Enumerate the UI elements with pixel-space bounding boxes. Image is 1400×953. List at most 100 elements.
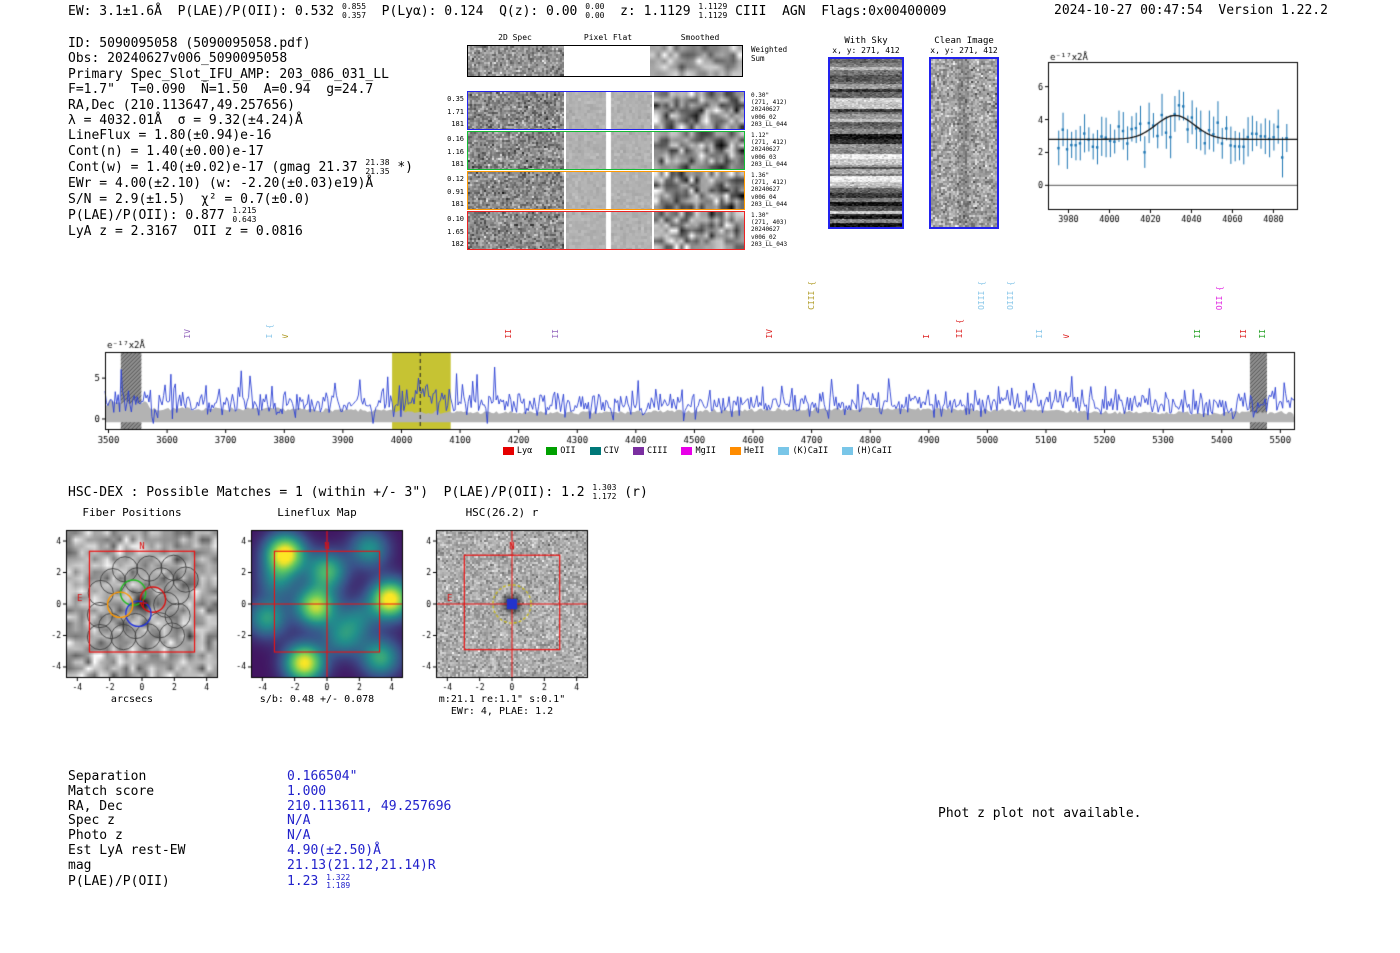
match-table-row: mag 21.13(21.12,21.14)R — [68, 857, 451, 874]
withsky-image — [828, 57, 904, 229]
text-segment: λ = 4032.01Å σ = 9.32(±4.24)Å — [68, 113, 303, 129]
hsc-xlabel-2: EWr: 4, PLAE: 1.2 — [450, 706, 554, 717]
info-line: LineFlux = 1.80(±0.94)e-16 — [68, 128, 413, 143]
meta-line: 203_LL_044 — [751, 160, 788, 168]
text-segment: S/N = 2.9(±1.5) χ² = 0.7(±0.0) — [68, 191, 311, 207]
text-segment: P(LAE)/P(OII): 0.877 — [68, 208, 233, 224]
hi-lo-range: 1.303 1.172 — [592, 483, 616, 501]
meta-line: v006_03 — [751, 153, 777, 161]
hi-lo-range: 21.38 21.35 — [365, 159, 389, 176]
lineflux-map-cutout — [225, 524, 409, 694]
spec2d-row-meta: 1.30" (271, 403) 20240627 v006_02 203_LL_043 — [751, 212, 787, 248]
lo-value: 1.189 — [326, 881, 351, 891]
meta-line: (271, 412) — [751, 99, 788, 107]
meta-line: v006_04 — [751, 193, 777, 201]
clean-title: Clean Image — [934, 36, 994, 46]
info-line: RA,Dec (210.113647,49.257656) — [68, 98, 413, 113]
spec2d-row-stats: 0.35 1.71 181 — [443, 93, 464, 131]
stat-value: 0.12 — [447, 175, 464, 183]
hi-lo-range: 0.00 0.00 — [585, 2, 604, 20]
meta-line: 20240627 — [751, 226, 780, 234]
fiber-positions-title: Fiber Positions — [82, 506, 182, 519]
hi-lo-range: 1.322 1.189 — [326, 873, 351, 891]
legend-label: Lyα — [516, 446, 533, 456]
info-line: Cont(n) = 1.40(±0.00)e-17 — [68, 144, 413, 159]
col-title-2dspec: 2D Spec — [498, 33, 532, 42]
match-table-row: Match score 1.000 — [68, 783, 451, 800]
pixel-flat-image — [566, 92, 652, 129]
match-field-label: mag — [68, 857, 92, 873]
spec2d-row-stats: 0.16 1.16 181 — [443, 133, 464, 171]
match-field-value: N/A — [287, 828, 311, 844]
spec2d-panel: 2D Spec Pixel Flat Smoothed Weighted Sum… — [443, 33, 795, 263]
match-field-value: 1.23 — [287, 873, 327, 889]
col-title-smoothed: Smoothed — [680, 33, 720, 42]
match-table-row: Spec z N/A — [68, 814, 451, 829]
detection-info-block: ID: 5090095058 (5090095058.pdf) Obs: 2024… — [68, 36, 413, 239]
weighted-sum-gap — [564, 46, 650, 76]
clean-image — [929, 57, 999, 229]
text-segment: CIII AGN Flags:0x00400009 — [727, 4, 947, 19]
emission-line-label: OIII { — [1006, 281, 1015, 310]
match-table: Separation 0.166504" Match score 1.000 RA, D… — [68, 769, 451, 891]
hsc-xlabel-1: m:21.1 re:1.1" s:0.1" — [438, 694, 566, 705]
emission-line-label: OII { — [1214, 285, 1224, 310]
text-segment: HSC-DEX : Possible Matches = 1 (within +… — [68, 485, 593, 500]
legend-item: OII — [546, 446, 576, 456]
legend-swatch — [589, 447, 601, 455]
withsky-title: With Sky — [844, 36, 888, 46]
weighted-sum-smoothed-image — [650, 46, 742, 76]
legend-swatch — [842, 447, 854, 455]
legend-label: MgII — [695, 446, 716, 456]
meta-line: 203_LL_044 — [751, 200, 788, 208]
stat-value: 181 — [451, 160, 464, 168]
withsky-coords: x, y: 271, 412 — [832, 46, 900, 55]
match-field-label: RA, Dec — [68, 798, 123, 814]
legend-label: (H)CaII — [856, 446, 893, 456]
lo-value: 21.35 — [365, 166, 390, 176]
smoothed-image — [654, 172, 744, 209]
spec2d-row-meta: 1.36" (271, 412) 20240627 v006_04 203_LL_044 — [751, 172, 787, 208]
spec2d-row-images — [467, 211, 745, 250]
smoothed-image — [654, 92, 744, 129]
text-segment: F=1.7" T=0.090 N̄=1.50 A=0.94 g=24.7 — [68, 82, 374, 98]
text-segment: Primary Spec_Slot_IFU_AMP: 203_086_031_L… — [68, 66, 389, 82]
pixel-flat-image — [566, 212, 652, 249]
hsc-cutout-panel: HSC(26.2) r m:21.1 re:1.1" s:0.1" EWr: 4… — [410, 506, 594, 718]
meta-line: 1.30" — [751, 212, 770, 219]
spec2d-row-images — [467, 131, 745, 170]
hi-lo-range: 1.215 0.643 — [232, 207, 256, 224]
report-meta: 2024-10-27 00:47:54 Version 1.22.2 — [1054, 3, 1328, 18]
lo-value: 0.357 — [341, 10, 367, 20]
spec2d-row-images — [467, 91, 745, 130]
emission-line-label: OIII { — [976, 281, 986, 310]
text-segment: Cont(n) = 1.40(±0.00)e-17 — [68, 143, 264, 159]
legend-item: Lyα — [502, 446, 533, 456]
weighted-sum-label: Weighted Sum — [751, 45, 787, 63]
clean-coords: x, y: 271, 412 — [930, 46, 998, 55]
zoomed-emission-line-plot — [1028, 50, 1308, 228]
hsc-cutout-title: HSC(26.2) r — [465, 506, 539, 519]
pixel-flat-image — [566, 132, 652, 169]
match-field-label: Separation — [68, 769, 147, 784]
spectrum-legend: Lyα OII CIV CIII MgII HeII (K)CaII (H)CaII — [85, 446, 1310, 456]
meta-line: 0.30" — [751, 92, 770, 99]
stat-value: 182 — [451, 240, 464, 248]
stat-value: 1.65 — [447, 227, 464, 236]
summary-header-line: EW: 3.1±1.6Å P(LAE)/P(OII): 0.532 0.855 0… — [68, 2, 947, 20]
legend-swatch — [729, 447, 741, 455]
text-segment: EW: 3.1±1.6Å P(LAE)/P(OII): 0.532 — [68, 4, 342, 19]
legend-item: CIV — [589, 446, 619, 456]
text-segment: RA,Dec (210.113647,49.257656) — [68, 97, 295, 113]
info-line: S/N = 2.9(±1.5) χ² = 0.7(±0.0) — [68, 192, 413, 207]
spec2d-row-meta: 1.12" (271, 412) 20240627 v006_03 203_LL_044 — [751, 132, 787, 168]
smoothed-image — [654, 132, 744, 169]
match-field-value: 1.000 — [287, 783, 327, 799]
spec2d-row-stats: 0.10 1.65 182 — [443, 213, 464, 251]
legend-item: CIII — [632, 446, 667, 456]
stat-value: 0.10 — [447, 215, 464, 223]
legend-swatch — [778, 447, 790, 455]
version-label: Version 1.22.2 — [1218, 3, 1328, 18]
match-table-row: RA, Dec 210.113611, 49.257696 — [68, 798, 451, 815]
